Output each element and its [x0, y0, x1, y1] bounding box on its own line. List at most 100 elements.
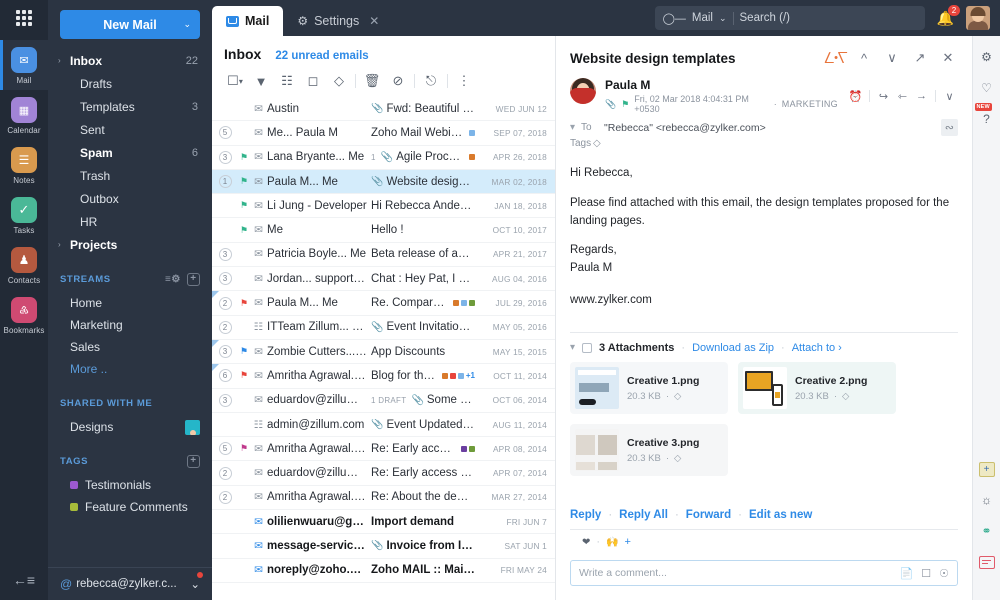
select-all-checkbox[interactable]: ☐ ▾ — [222, 70, 248, 92]
tag-icon[interactable]: ◇ — [674, 391, 681, 402]
search-box[interactable]: ◯— Mail ⌄ — [654, 6, 925, 30]
tag-item-testimonials[interactable]: Testimonials — [48, 474, 212, 496]
envelope-reply-icon[interactable]: ✉ — [250, 394, 267, 406]
collapse-panel-icon[interactable]: ←≡ — [13, 572, 35, 600]
new-mail-button[interactable]: New Mail ⌄ — [60, 10, 200, 39]
table-row[interactable]: ⚑ ✉ Me Hello ! OCT 10, 2017 — [212, 218, 555, 243]
table-row[interactable]: 1⚑✉Paula M... Me 📎Website design temp... M… — [212, 169, 555, 195]
gear-icon[interactable]: ⚙ — [978, 48, 996, 66]
stream-item-marketing[interactable]: Marketing — [48, 314, 212, 336]
chevron-right-icon[interactable]: › — [58, 240, 68, 249]
table-row[interactable]: 2 ✉ Amritha Agrawal... ... Re: About the de… — [212, 486, 555, 511]
tag-item-featurecomments[interactable]: Feature Comments — [48, 496, 212, 518]
emoji-icon[interactable]: ☐ — [921, 567, 931, 580]
table-row[interactable]: 3 ⚑ ✉ Zombie Cutters... le... App Discounts M… — [212, 339, 555, 365]
search-scope-label[interactable]: Mail — [692, 12, 713, 24]
envelope-reply-icon[interactable]: ✉ — [250, 346, 267, 358]
envelope-unread-icon[interactable]: ✉ — [250, 516, 267, 528]
sidebar-item-templates[interactable]: Templates 3 — [48, 95, 212, 118]
tag-icon[interactable]: ◇ — [593, 138, 601, 149]
snooze-icon[interactable]: ⏰ — [847, 88, 864, 105]
flag-icon[interactable]: ⚑ — [238, 370, 250, 381]
sidebar-item-projects[interactable]: › Projects — [48, 233, 212, 256]
envelope-reply-icon[interactable]: ✉ — [250, 443, 267, 455]
table-row[interactable]: 3✉eduardov@zillum.c...1 DRAFT📎Some snaps… — [212, 389, 555, 413]
expand-details-icon[interactable]: ▾ — [570, 122, 575, 133]
envelope-unread-icon[interactable]: ✉ — [250, 540, 267, 552]
envelope-unread-icon[interactable]: ✉ — [250, 564, 267, 576]
table-row[interactable]: 2 ☷ ITTeam Zillum... Me 📎 Event Invitation -… — [212, 316, 555, 340]
attach-icon[interactable]: 📄 — [900, 567, 914, 580]
table-row[interactable]: 3 ✉ Patricia Boyle... Me Beta release of ap… — [212, 243, 555, 268]
table-row[interactable]: ⚑✉Li Jung - Developer Hi Rebecca Anderson… — [212, 194, 555, 219]
flag-icon[interactable]: ⚑ — [238, 443, 250, 454]
stream-item-more[interactable]: More .. — [48, 358, 212, 380]
more-actions-icon[interactable]: ∨ — [941, 88, 958, 105]
table-row[interactable]: 6⚑✉Amritha Agrawal... ...Blog for the Be… — [212, 364, 555, 389]
table-row[interactable]: 5 ✉ Me... Paula M Zoho Mail Webinar SEP 07, … — [212, 121, 555, 146]
sidebar-item-hr[interactable]: HR — [48, 210, 212, 233]
envelope-reply-icon[interactable]: ✉ — [250, 248, 267, 260]
close-icon[interactable]: ✕ — [938, 48, 958, 68]
chevron-down-icon[interactable]: ⌄ — [190, 577, 200, 591]
envelope-reply-icon[interactable]: ✉ — [250, 297, 267, 309]
envelope-open-icon[interactable]: ✉ — [250, 176, 267, 188]
add-stream-icon[interactable]: + — [187, 272, 200, 286]
chevron-down-icon[interactable]: ⌄ — [183, 19, 191, 30]
chevron-down-icon[interactable]: ⌄ — [719, 13, 727, 24]
folder-icon[interactable]: ◻ — [300, 70, 326, 92]
shared-item-designs[interactable]: Designs — [48, 416, 212, 438]
close-icon[interactable]: ✕ — [369, 14, 379, 28]
comment-input[interactable] — [579, 567, 892, 579]
spam-icon[interactable]: ⊘ — [385, 70, 411, 92]
envelope-reply-icon[interactable]: ✉ — [250, 491, 267, 503]
rail-item-contacts[interactable]: ♟ Contacts — [0, 240, 48, 290]
open-new-window-icon[interactable]: ↗ — [910, 48, 930, 68]
mention-icon[interactable]: ☉ — [939, 567, 949, 580]
rail-item-mail[interactable]: ✉ Mail — [0, 40, 48, 90]
sidebar-item-sent[interactable]: Sent — [48, 118, 212, 141]
flag-icon[interactable]: ⚑ — [238, 176, 250, 187]
envelope-open-icon[interactable]: ✉ — [250, 151, 267, 163]
share-icon[interactable]: ∾ — [940, 119, 958, 136]
tag-icon[interactable]: ◇ — [842, 391, 849, 402]
attachment-card[interactable]: Creative 3.png 20.3 KB · ◇ — [570, 423, 728, 476]
translate-icon[interactable]: ⎳•⎲ — [824, 48, 847, 68]
streams-settings-icon[interactable]: ≡⚙ — [165, 274, 181, 285]
flag-icon[interactable]: ⚑ — [238, 298, 250, 309]
table-row[interactable]: 3 ✉ Jordan... support@z... Chat : Hey Pat, … — [212, 267, 555, 292]
forward-button[interactable]: Forward — [686, 509, 731, 521]
attachment-card[interactable]: Creative 1.png 20.3 KB · ◇ — [570, 361, 728, 414]
download-zip-link[interactable]: Download as Zip — [692, 342, 774, 354]
table-row[interactable]: ✉message-service@...📎Invoice from Invoic… — [212, 534, 555, 559]
envelope-open-icon[interactable]: ✉ — [250, 224, 267, 236]
reply-all-button[interactable]: Reply All — [619, 509, 668, 521]
sidebar-item-drafts[interactable]: Drafts — [48, 72, 212, 95]
table-row[interactable]: 5 ⚑ ✉ Amritha Agrawal... ... Re: Early acces… — [212, 437, 555, 462]
attachment-card[interactable]: Creative 2.png 20.3 KB · ◇ — [738, 361, 896, 414]
add-app-icon[interactable]: + — [978, 460, 996, 478]
reply-icon[interactable]: ↪ — [875, 88, 892, 105]
delete-icon[interactable]: 🗑 — [359, 70, 385, 92]
heart-icon[interactable]: ♡ — [978, 79, 996, 97]
flag-icon[interactable]: ⚑ — [238, 200, 250, 211]
attach-to-link[interactable]: Attach to › — [792, 342, 842, 354]
chat-icon[interactable] — [978, 553, 996, 571]
rail-item-tasks[interactable]: ✓ Tasks — [0, 190, 48, 240]
unread-count-link[interactable]: 22 unread emails — [275, 50, 368, 62]
add-reaction-button[interactable]: + — [625, 536, 631, 548]
theme-icon[interactable]: ☼ — [978, 491, 996, 509]
chevron-right-icon[interactable]: › — [58, 56, 68, 65]
stream-item-home[interactable]: Home — [48, 292, 212, 314]
calendar-icon[interactable]: ☷ — [250, 419, 267, 431]
tag-icon[interactable]: ◇ — [326, 70, 352, 92]
comment-box[interactable]: 📄 ☐ ☉ — [570, 560, 958, 586]
edit-as-new-button[interactable]: Edit as new — [749, 509, 812, 521]
apps-grid-button[interactable] — [0, 0, 48, 36]
integration-icon[interactable]: ⚭ — [978, 522, 996, 540]
select-attachments-checkbox[interactable] — [582, 342, 593, 353]
archive-icon[interactable]: ⎋ — [418, 70, 444, 92]
flag-icon[interactable]: ⚑ — [238, 346, 250, 357]
envelope-open-icon[interactable]: ✉ — [250, 127, 267, 139]
sidebar-item-spam[interactable]: Spam 6 — [48, 141, 212, 164]
